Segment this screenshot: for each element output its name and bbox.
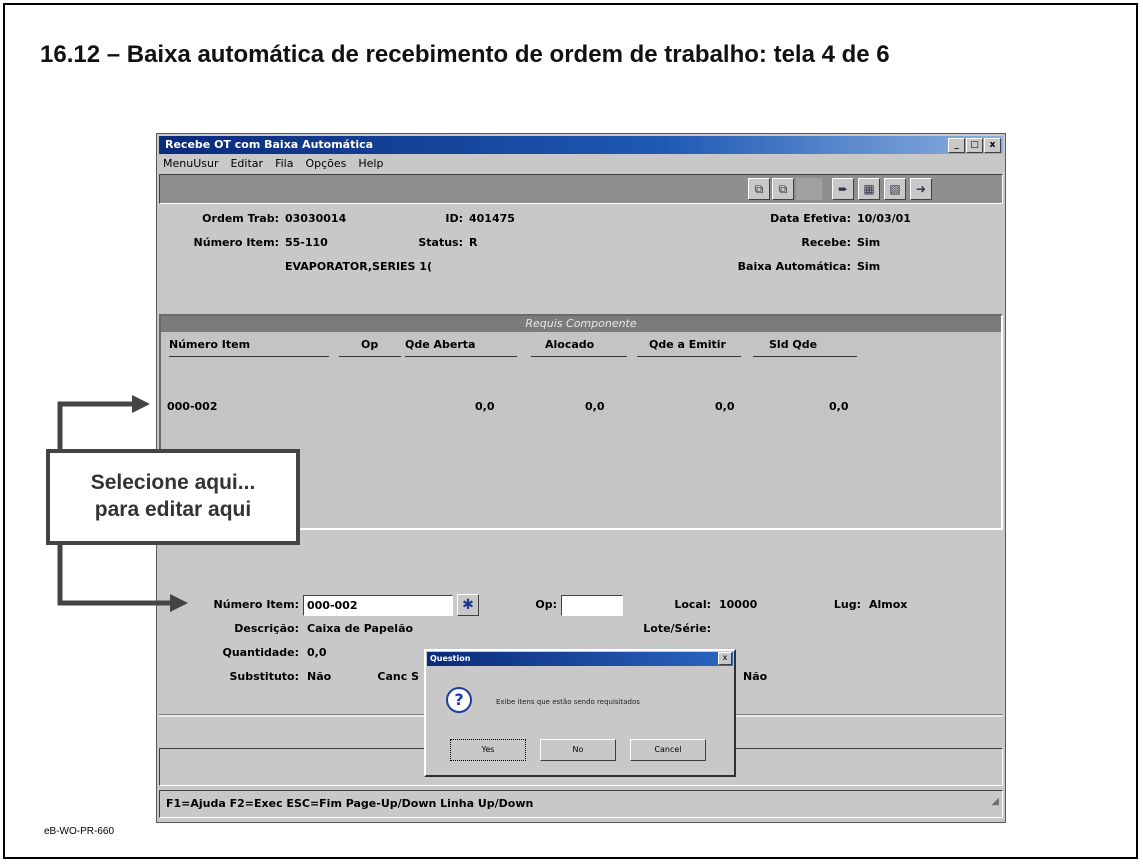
lote-serie-label: Lote/Série:	[643, 622, 711, 635]
export-icon[interactable]: ▦	[858, 178, 880, 200]
grid-caption: Requis Componente	[161, 316, 1001, 332]
status-label: Status:	[418, 236, 463, 249]
cell-numero-item: 000-002	[167, 400, 218, 413]
ordem-trab-label: Ordem Trab:	[202, 212, 279, 225]
yes-button[interactable]: Yes	[450, 739, 526, 761]
status-value: R	[469, 236, 478, 249]
column-header-alocado[interactable]: Alocado	[545, 338, 594, 351]
lookup-icon[interactable]: ✱	[457, 594, 479, 616]
column-underline	[531, 356, 627, 357]
callout-line-1: Selecione aqui...	[90, 471, 256, 494]
column-header-qde-aberta[interactable]: Qde Aberta	[405, 338, 475, 351]
close-button[interactable]: x	[984, 138, 1001, 153]
cancel-button[interactable]: Cancel	[630, 739, 706, 761]
callout-box: Selecione aqui... para editar aqui	[46, 449, 300, 545]
exit-icon[interactable]: ➜	[910, 178, 932, 200]
import-icon[interactable]: ▧	[884, 178, 906, 200]
menu-item-menuusur[interactable]: MenuUsur	[161, 157, 220, 173]
column-underline	[169, 356, 329, 357]
menu-item-opcoes[interactable]: Opções	[303, 157, 348, 173]
detail-numero-item-label: Número Item:	[213, 598, 299, 611]
id-value: 401475	[469, 212, 515, 225]
menu-item-fila[interactable]: Fila	[273, 157, 295, 173]
numero-item-label: Número Item:	[193, 236, 279, 249]
numero-item-value: 55-110	[285, 236, 328, 249]
menu-bar: MenuUsur Editar Fila Opções Help	[161, 157, 385, 173]
resize-grip-icon[interactable]: ◢	[991, 789, 999, 815]
numero-item-field[interactable]: 000-002	[303, 595, 453, 616]
substituto-value: Não	[307, 670, 332, 683]
recebe-label: Recebe:	[801, 236, 851, 249]
ordem-trab-value: 03030014	[285, 212, 347, 225]
cell-qde-emitir: 0,0	[715, 400, 735, 413]
id-label: ID:	[445, 212, 463, 225]
data-efetiva-label: Data Efetiva:	[770, 212, 851, 225]
column-underline	[637, 356, 741, 357]
baixa-automatica-value: Sim	[857, 260, 881, 273]
slide-code: eB-WO-PR-660	[44, 826, 115, 837]
window-titlebar: Recebe OT com Baixa Automática _ □ x	[159, 136, 1003, 154]
minimize-button[interactable]: _	[948, 138, 965, 153]
maximize-button[interactable]: □	[966, 138, 983, 153]
blank-toolbar-slot	[796, 178, 822, 200]
item-description: EVAPORATOR,SERIES 1(	[285, 260, 432, 273]
cell-alocado: 0,0	[585, 400, 605, 413]
local-label: Local:	[674, 598, 711, 611]
op-field[interactable]	[561, 595, 623, 616]
column-underline	[405, 356, 517, 357]
descricao-value: Caixa de Papelão	[307, 622, 414, 635]
data-efetiva-value: 10/03/01	[857, 212, 911, 225]
nao-value: Não	[743, 670, 768, 683]
menu-item-help[interactable]: Help	[356, 157, 385, 173]
window-title: Recebe OT com Baixa Automática	[165, 138, 374, 151]
descricao-label: Descrição:	[234, 622, 299, 635]
canc-label: Canc S	[377, 670, 419, 683]
callout-line-2: para editar aqui	[94, 498, 252, 521]
paste-icon[interactable]: ⧉	[772, 178, 794, 200]
baixa-automatica-label: Baixa Automática:	[737, 260, 851, 273]
no-button[interactable]: No	[540, 739, 616, 761]
menu-item-editar[interactable]: Editar	[228, 157, 265, 173]
op-label: Op:	[535, 598, 557, 611]
column-underline	[339, 356, 401, 357]
slide-title: 16.12 – Baixa automática de recebimento …	[40, 41, 890, 68]
column-header-qde-emitir[interactable]: Qde a Emitir	[649, 338, 726, 351]
dialog-message: Exibe itens que estão sendo requisitados	[496, 698, 640, 706]
status-bar: F1=Ajuda F2=Exec ESC=Fim Page-Up/Down Li…	[159, 790, 1003, 818]
toolbar: ⧉ ⧉ ➨ ▦ ▧ ➜	[159, 174, 1003, 204]
local-value: 10000	[719, 598, 758, 611]
quantidade-label: Quantidade:	[222, 646, 300, 659]
quantidade-value: 0,0	[307, 646, 327, 659]
column-header-op[interactable]: Op	[361, 338, 378, 351]
order-header: Ordem Trab: 03030014 ID: 401475 Data Efe…	[159, 206, 1003, 312]
dialog-title: Question	[427, 652, 733, 666]
column-header-sld-qde[interactable]: Sld Qde	[769, 338, 817, 351]
lug-value: Almox	[869, 598, 908, 611]
lug-label: Lug:	[833, 598, 861, 611]
status-text: F1=Ajuda F2=Exec ESC=Fim Page-Up/Down Li…	[166, 797, 534, 810]
substituto-label: Substituto:	[229, 670, 299, 683]
forward-icon[interactable]: ➨	[832, 178, 854, 200]
question-dialog: Question x ? Exibe itens que estão sendo…	[424, 649, 736, 777]
cell-sld-qde: 0,0	[829, 400, 849, 413]
cell-qde-aberta: 0,0	[475, 400, 495, 413]
recebe-value: Sim	[857, 236, 881, 249]
copy-icon[interactable]: ⧉	[748, 178, 770, 200]
dialog-close-button[interactable]: x	[718, 652, 732, 665]
column-underline	[753, 356, 857, 357]
column-header-numero-item[interactable]: Número Item	[169, 338, 250, 351]
question-icon: ?	[446, 687, 472, 713]
